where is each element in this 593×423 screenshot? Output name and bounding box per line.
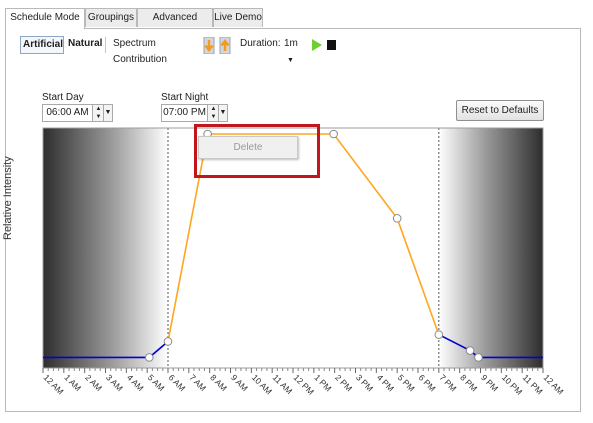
- x-tick-label: 4 AM: [125, 372, 146, 393]
- x-tick-label: 4 PM: [375, 372, 396, 393]
- night-shade-evening: [438, 128, 543, 368]
- x-tick-label: 10 AM: [250, 372, 274, 396]
- x-tick-label: 8 AM: [208, 372, 229, 393]
- x-tick-label: 7 AM: [187, 372, 208, 393]
- x-tick-label: 5 PM: [396, 372, 417, 393]
- x-tick-label: 1 PM: [312, 372, 333, 393]
- control-point[interactable]: [474, 353, 483, 362]
- control-point[interactable]: [329, 129, 338, 139]
- x-tick-label: 11 AM: [271, 372, 295, 396]
- control-point[interactable]: [163, 337, 173, 346]
- x-tick-label: 12 AM: [542, 372, 566, 396]
- control-point[interactable]: [392, 214, 402, 223]
- delete-menu-item[interactable]: Delete: [200, 138, 296, 157]
- context-menu: Delete: [198, 136, 298, 159]
- control-point[interactable]: [434, 330, 444, 339]
- control-point[interactable]: [144, 353, 154, 362]
- x-tick-label: 6 PM: [417, 372, 438, 393]
- x-tick-label: 1 AM: [62, 372, 83, 393]
- x-tick-label: 9 PM: [479, 372, 500, 393]
- x-tick-label: 11 PM: [521, 372, 545, 396]
- x-tick-label: 6 AM: [167, 372, 188, 393]
- x-tick-label: 7 PM: [437, 372, 458, 393]
- x-tick-label: 3 AM: [104, 372, 125, 393]
- x-tick-label: 10 PM: [500, 372, 524, 396]
- x-tick-label: 2 PM: [333, 372, 354, 393]
- intensity-schedule-chart[interactable]: 12 AM1 AM 2 AM 3 AM 4 AM 5 AM 6 AM 7 AM 8 AM 9 A…: [0, 0, 593, 423]
- x-tick-label: 12 PM: [292, 372, 316, 396]
- x-tick-label: 12 AM: [42, 372, 66, 396]
- tab-schedule-mode[interactable]: Schedule Mode: [5, 8, 85, 29]
- x-tick-label: 3 PM: [354, 372, 375, 393]
- x-tick-label: 5 AM: [146, 372, 167, 393]
- x-tick-label: 9 AM: [229, 372, 250, 393]
- control-point[interactable]: [465, 346, 475, 355]
- night-shade-morning: [43, 128, 168, 368]
- x-tick-label: 2 AM: [83, 372, 104, 393]
- x-tick-label: 8 PM: [458, 372, 479, 393]
